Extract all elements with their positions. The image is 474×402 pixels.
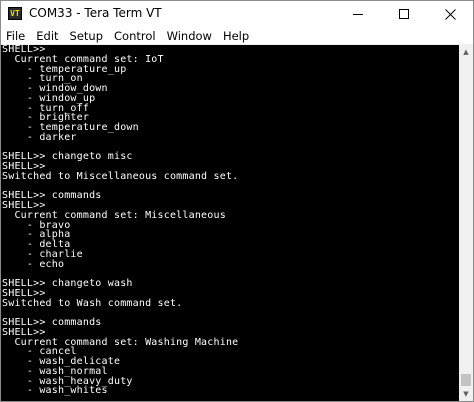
menu-edit[interactable]: Edit [31,27,64,45]
terminal-line: Switched to Wash command set. [2,297,183,309]
menu-help[interactable]: Help [218,27,255,45]
vertical-scrollbar[interactable]: ▲ ▼ [459,45,473,401]
terminal-line: Switched to Miscellaneous command set. [2,170,239,182]
scroll-down-arrow-icon[interactable]: ▼ [459,387,473,401]
terminal-line: - wash_whites [2,385,108,397]
scrollbar-thumb[interactable] [461,374,471,386]
menu-setup[interactable]: Setup [65,27,109,45]
menu-window[interactable]: Window [162,27,218,45]
close-button[interactable] [427,1,473,27]
scroll-up-arrow-icon[interactable]: ▲ [459,45,473,59]
terminal-line: - darker [2,131,77,143]
title-bar[interactable]: VT COM33 - Tera Term VT [1,1,473,27]
tera-term-icon[interactable]: VT [8,7,22,20]
tera-term-window: VT COM33 - Tera Term VT File Edit Setup … [0,0,474,402]
menu-file[interactable]: File [1,27,31,45]
maximize-button[interactable] [381,1,427,27]
window-title: COM33 - Tera Term VT [29,6,162,20]
maximize-icon [399,9,409,19]
minimize-button[interactable] [335,1,381,27]
minimize-icon [353,13,363,15]
terminal-output[interactable]: SHELL>> Current command set: IoT - tempe… [1,45,459,401]
app-icon-text: VT [10,9,20,18]
terminal-line: - echo [2,258,65,270]
close-icon [444,8,456,20]
menu-bar: File Edit Setup Control Window Help [1,27,473,45]
menu-control[interactable]: Control [109,27,162,45]
